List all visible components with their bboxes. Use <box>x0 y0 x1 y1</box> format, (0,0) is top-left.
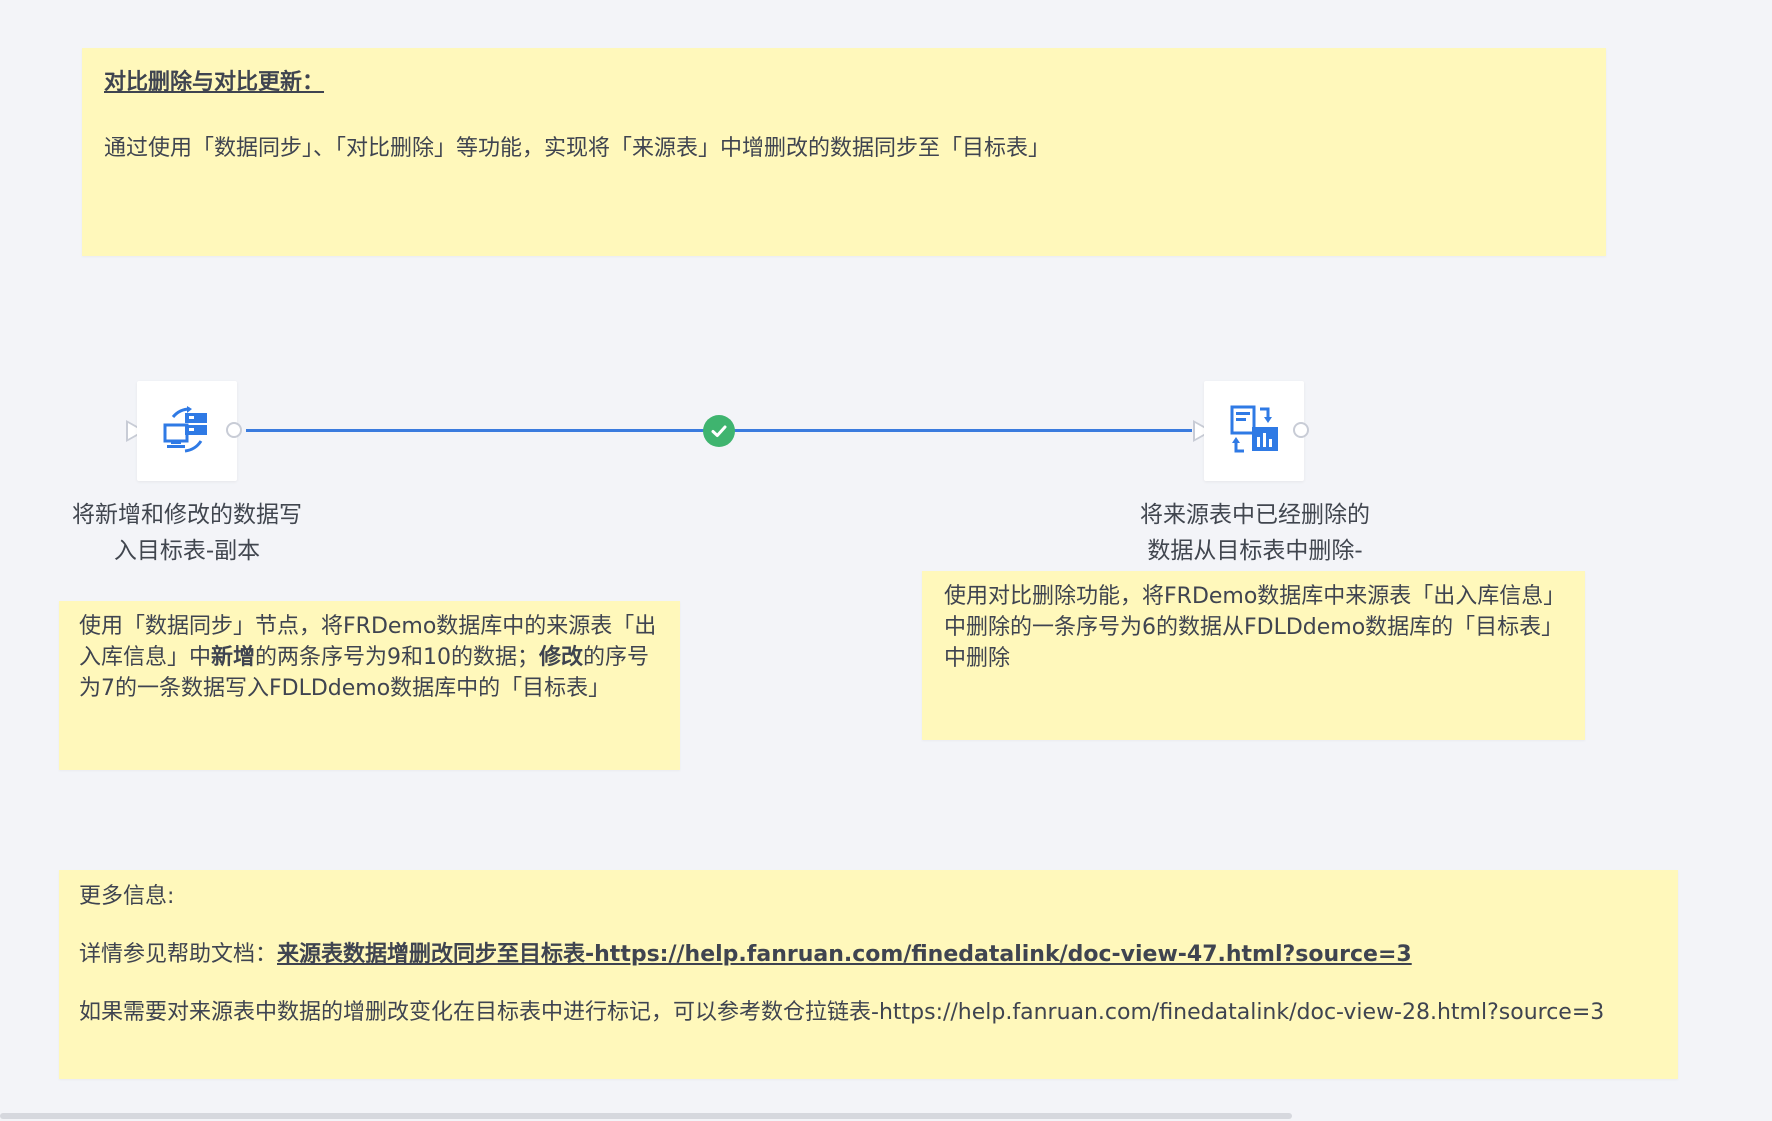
output-port[interactable] <box>226 422 242 438</box>
note-emphasis: 新增 <box>211 645 256 670</box>
data-sync-node[interactable] <box>137 381 237 481</box>
note-title: 对比删除与对比更新： <box>104 70 325 95</box>
node-label-line: 将新增和修改的数据写 <box>72 502 302 528</box>
data-sync-icon <box>159 401 215 461</box>
output-port[interactable] <box>1293 422 1309 438</box>
compare-delete-icon <box>1226 401 1282 461</box>
note-text: 的两条序号为9和10的数据； <box>255 645 540 670</box>
node-label-data-sync[interactable]: 将新增和修改的数据写 入目标表-副本 <box>60 497 314 569</box>
note-text: 如果需要对来源表中数据的增删改变化在目标表中进行标记，可以参考数仓拉链表-htt… <box>79 1000 1605 1025</box>
compare-delete-node[interactable] <box>1204 381 1304 481</box>
note-body: 通过使用「数据同步」、「对比删除」等功能，实现将「来源表」中增删改的数据同步至「… <box>104 136 1051 161</box>
help-doc-link[interactable]: 来源表数据增删改同步至目标表-https://help.fanruan.com/… <box>277 942 1412 967</box>
sticky-note-data-sync[interactable]: 使用「数据同步」节点，将FRDemo数据库中的来源表「出入库信息」中新增的两条序… <box>59 601 680 770</box>
sticky-note-summary[interactable]: 对比删除与对比更新： 通过使用「数据同步」、「对比删除」等功能，实现将「来源表」… <box>82 48 1606 256</box>
note-heading: 更多信息: <box>79 884 175 909</box>
node-label-line: 数据从目标表中删除- <box>1147 538 1363 564</box>
sticky-note-compare-delete[interactable]: 使用对比删除功能，将FRDemo数据库中来源表「出入库信息」中删除的一条序号为6… <box>922 571 1585 740</box>
check-circle-icon[interactable] <box>703 415 735 447</box>
node-label-line: 将来源表中已经删除的 <box>1140 502 1370 528</box>
note-help-row: 详情参见帮助文档：来源表数据增删改同步至目标表-https://help.fan… <box>79 940 1658 998</box>
note-emphasis: 修改 <box>539 645 584 670</box>
horizontal-scrollbar[interactable] <box>0 1113 1292 1119</box>
node-label-compare-delete[interactable]: 将来源表中已经删除的 数据从目标表中删除- <box>1110 497 1400 569</box>
sticky-note-more-info[interactable]: 更多信息: 详情参见帮助文档：来源表数据增删改同步至目标表-https://he… <box>59 870 1678 1079</box>
note-text: 详情参见帮助文档： <box>79 942 278 967</box>
node-label-line: 入目标表-副本 <box>113 538 261 564</box>
note-text: 使用对比删除功能，将FRDemo数据库中来源表「出入库信息」中删除的一条序号为6… <box>944 584 1555 671</box>
